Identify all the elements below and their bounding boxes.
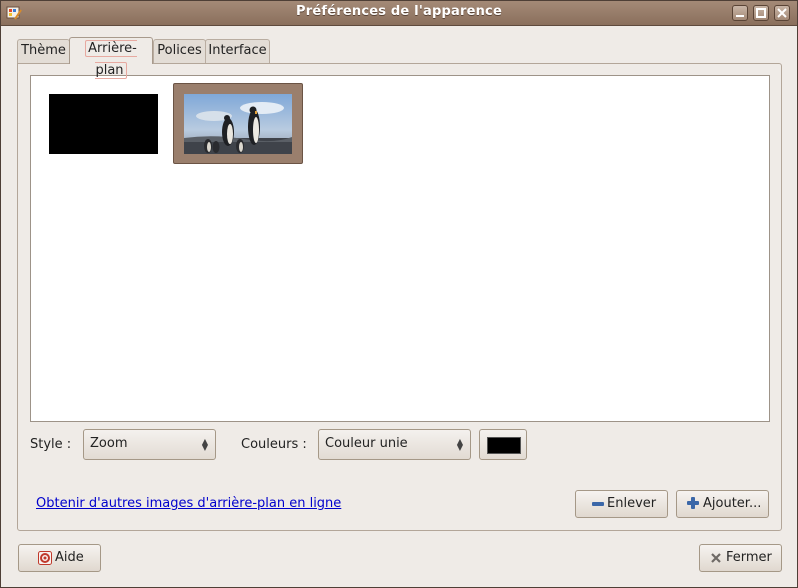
maximize-button[interactable] [753, 5, 769, 21]
minimize-button[interactable] [732, 5, 748, 21]
penguins-wallpaper-image [184, 94, 292, 154]
minus-icon [592, 502, 604, 506]
style-label: Style : [30, 437, 72, 452]
close-button[interactable]: Fermer [699, 544, 782, 572]
style-value: Zoom [90, 436, 128, 451]
wallpaper-thumbnail-solid[interactable] [49, 94, 158, 154]
tab-label: Thème [21, 43, 66, 58]
more-backgrounds-link[interactable]: Obtenir d'autres images d'arrière-plan e… [36, 496, 341, 511]
window-title: Préférences de l'apparence [296, 4, 502, 19]
tab-theme[interactable]: Thème [17, 39, 70, 63]
tab-background[interactable]: Arrière-plan [69, 37, 153, 79]
colors-value: Couleur unie [325, 436, 408, 451]
help-icon [38, 551, 52, 565]
add-label: Ajouter... [703, 496, 762, 511]
minimize-icon [736, 15, 744, 17]
wallpaper-thumbnail-selected[interactable] [173, 83, 303, 164]
combo-arrows-icon: ▲ ▼ [456, 437, 463, 452]
color-swatch [487, 437, 521, 454]
help-label: Aide [55, 550, 84, 565]
combo-arrows-icon: ▲ ▼ [201, 437, 208, 452]
colors-combobox[interactable]: Couleur unie ▲ ▼ [318, 429, 471, 460]
colors-label: Couleurs : [241, 437, 307, 452]
tab-label: Interface [208, 43, 267, 58]
close-x-icon [711, 553, 721, 563]
close-label: Fermer [726, 550, 772, 565]
appearance-preferences-window: Préférences de l'apparence Thème Arrière… [0, 0, 798, 588]
maximize-icon [756, 8, 766, 18]
remove-button[interactable]: Enlever [575, 490, 668, 518]
remove-label: Enlever [607, 496, 657, 511]
wallpaper-gallery[interactable] [30, 75, 770, 422]
add-button[interactable]: Ajouter... [676, 490, 769, 518]
style-combobox[interactable]: Zoom ▲ ▼ [83, 429, 216, 460]
tab-fonts[interactable]: Polices [153, 39, 206, 63]
title-bar[interactable]: Préférences de l'apparence [1, 1, 797, 26]
close-icon [777, 8, 787, 18]
tab-label: Polices [157, 43, 202, 58]
help-button[interactable]: Aide [18, 544, 101, 572]
color-picker-button[interactable] [479, 429, 527, 460]
close-window-button[interactable] [774, 5, 790, 21]
plus-icon [687, 497, 699, 509]
tab-interface[interactable]: Interface [205, 39, 270, 63]
